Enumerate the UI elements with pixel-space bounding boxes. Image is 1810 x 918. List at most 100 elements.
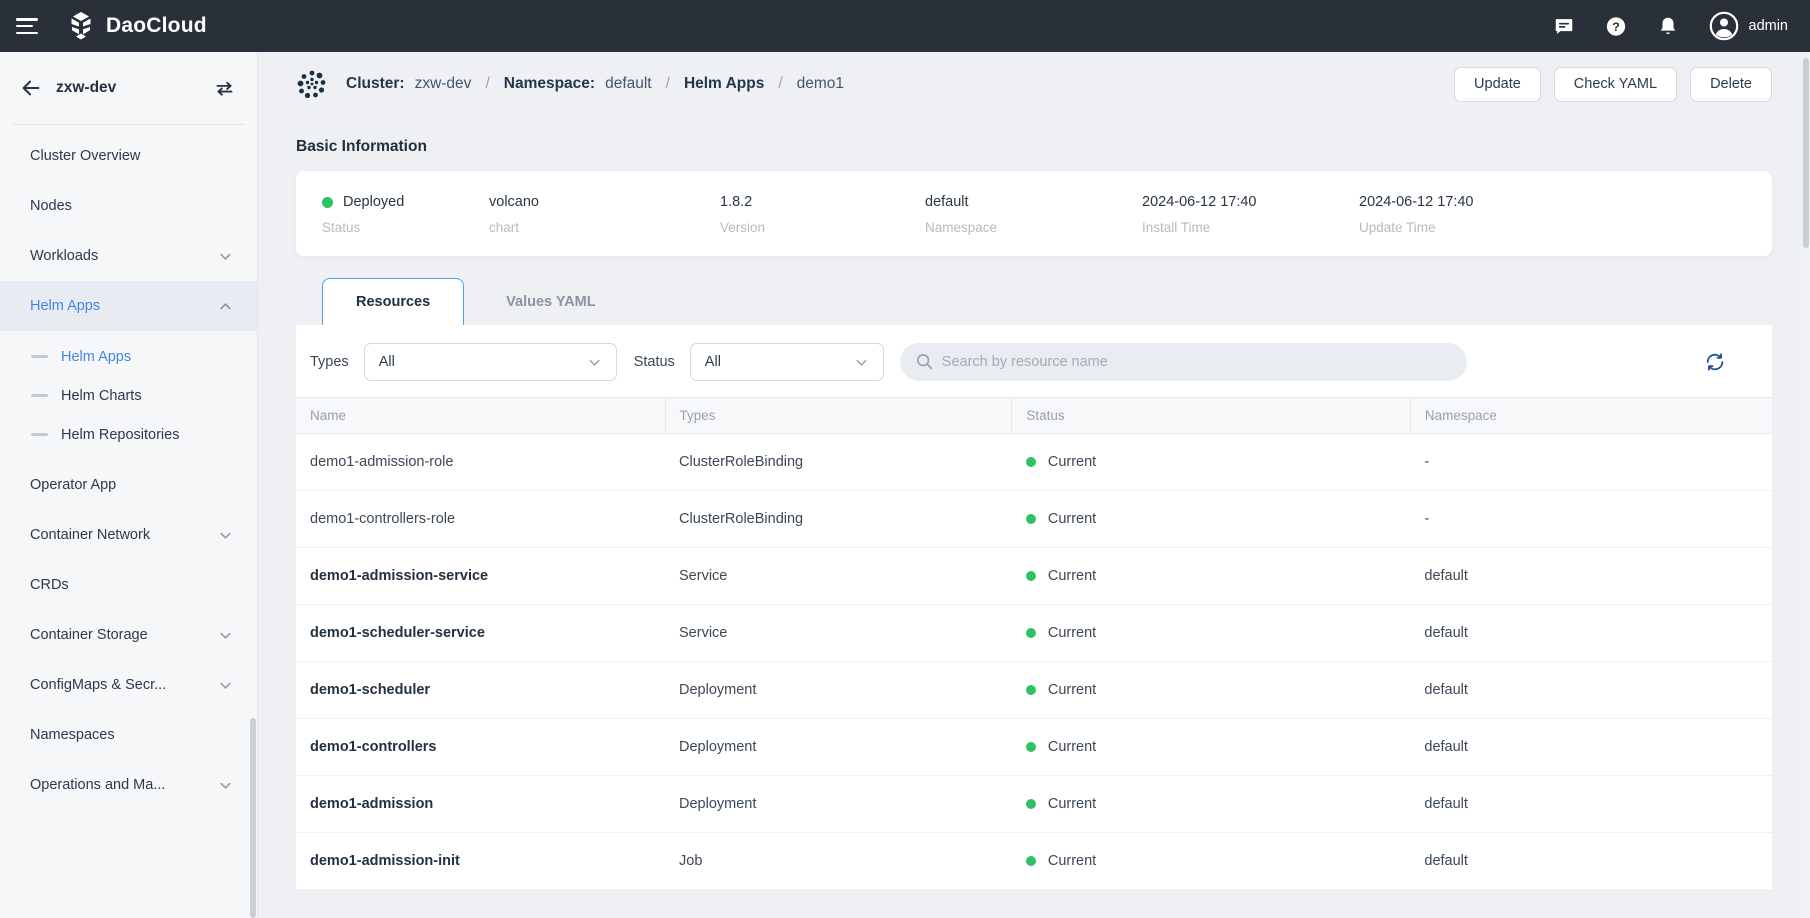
breadcrumb-row: Cluster: zxw-dev / Namespace: default / … [296, 52, 1772, 116]
info-field-status: Deployed Status [322, 194, 489, 235]
brand-name: DaoCloud [106, 14, 207, 38]
cluster-name: zxw-dev [56, 79, 116, 97]
breadcrumb-cluster-label: Cluster: [346, 75, 405, 93]
chevron-up-icon [218, 299, 233, 314]
chevron-down-icon [218, 628, 233, 643]
version-label: Version [720, 220, 925, 235]
sidebar-item-cluster-overview[interactable]: Cluster Overview [0, 131, 257, 181]
sidebar-item-operator-app[interactable]: Operator App [0, 460, 257, 510]
table-row[interactable]: demo1-controllers Deployment Current def… [296, 719, 1772, 776]
back-arrow-icon[interactable] [20, 77, 42, 99]
main-content: Cluster: zxw-dev / Namespace: default / … [258, 52, 1810, 918]
sidebar-header: zxw-dev [0, 52, 257, 124]
sidebar-item-configmaps-secrets[interactable]: ConfigMaps & Secr... [0, 660, 257, 710]
chevron-down-icon [218, 778, 233, 793]
col-header-namespace: Namespace [1410, 398, 1772, 434]
status-dot [1026, 685, 1036, 695]
dash-icon [31, 355, 48, 358]
col-header-status: Status [1012, 398, 1411, 434]
update-time-value: 2024-06-12 17:40 [1359, 194, 1746, 210]
topbar-actions: ? admin [1553, 11, 1789, 41]
sidebar-item-operations[interactable]: Operations and Ma... [0, 760, 257, 810]
notifications-bell-icon[interactable] [1657, 15, 1679, 37]
chat-icon[interactable] [1553, 15, 1575, 37]
sidebar-item-container-storage[interactable]: Container Storage [0, 610, 257, 660]
status-dot [1026, 628, 1036, 638]
page-scrollbar-thumb[interactable] [1803, 58, 1809, 248]
types-filter-label: Types [310, 354, 349, 370]
daocloud-logo-icon [66, 11, 96, 41]
breadcrumb-section[interactable]: Helm Apps [684, 75, 764, 93]
sidebar-item-workloads[interactable]: Workloads [0, 231, 257, 281]
dash-icon [31, 394, 48, 397]
types-select[interactable]: All [364, 343, 617, 381]
sidebar-item-container-network[interactable]: Container Network [0, 510, 257, 560]
menu-icon[interactable] [16, 18, 38, 34]
search-icon [915, 352, 934, 376]
chart-label: chart [489, 220, 720, 235]
info-field-version: 1.8.2 Version [720, 194, 925, 235]
chart-value: volcano [489, 194, 720, 210]
sidebar-item-nodes[interactable]: Nodes [0, 181, 257, 231]
breadcrumb-namespace-label: Namespace: [504, 75, 595, 93]
search-box [900, 343, 1467, 381]
dash-icon [31, 433, 48, 436]
sidebar-item-crds[interactable]: CRDs [0, 560, 257, 610]
sidebar-item-helm-apps[interactable]: Helm Apps [0, 281, 257, 331]
sidebar-item-namespaces[interactable]: Namespaces [0, 710, 257, 760]
resources-table: Name Types Status Namespace demo1-admiss… [296, 397, 1772, 890]
delete-button[interactable]: Delete [1690, 67, 1772, 102]
chevron-down-icon [218, 528, 233, 543]
avatar-icon [1709, 11, 1739, 41]
chevron-down-icon [854, 355, 869, 370]
table-row[interactable]: demo1-scheduler-service Service Current … [296, 605, 1772, 662]
info-field-namespace: default Namespace [925, 194, 1142, 235]
page-actions: Update Check YAML Delete [1454, 67, 1772, 102]
install-time-label: Install Time [1142, 220, 1359, 235]
sidebar-subitem-helm-repositories[interactable]: Helm Repositories [0, 415, 257, 454]
resources-panel: Types All Status All [296, 325, 1772, 890]
switch-cluster-icon[interactable] [213, 77, 235, 99]
breadcrumb-namespace-value[interactable]: default [605, 75, 652, 93]
username: admin [1749, 18, 1789, 34]
update-button[interactable]: Update [1454, 67, 1541, 102]
page-scrollbar[interactable] [1802, 52, 1810, 918]
table-row[interactable]: demo1-admission-service Service Current … [296, 548, 1772, 605]
table-row[interactable]: demo1-controllers-role ClusterRoleBindin… [296, 491, 1772, 548]
info-field-update-time: 2024-06-12 17:40 Update Time [1359, 194, 1746, 235]
status-select[interactable]: All [690, 343, 884, 381]
tab-values-yaml[interactable]: Values YAML [464, 278, 637, 325]
sidebar-subitem-helm-apps[interactable]: Helm Apps [0, 337, 257, 376]
app-root: DaoCloud ? admin [0, 0, 1810, 918]
update-time-label: Update Time [1359, 220, 1746, 235]
svg-text:?: ? [1612, 20, 1620, 34]
status-dot [1026, 457, 1036, 467]
status-dot [1026, 856, 1036, 866]
chevron-down-icon [218, 249, 233, 264]
breadcrumb: Cluster: zxw-dev / Namespace: default / … [296, 68, 844, 100]
chevron-down-icon [587, 355, 602, 370]
table-row[interactable]: demo1-admission-init Job Current default [296, 833, 1772, 890]
user-menu[interactable]: admin [1709, 11, 1789, 41]
sidebar-scrollbar[interactable] [250, 718, 256, 918]
sidebar-subitem-helm-charts[interactable]: Helm Charts [0, 376, 257, 415]
help-icon[interactable]: ? [1605, 15, 1627, 37]
namespace-label: Namespace [925, 220, 1142, 235]
search-input[interactable] [900, 343, 1467, 381]
sidebar-nav: Cluster Overview Nodes Workloads Helm Ap… [0, 125, 257, 810]
brand[interactable]: DaoCloud [66, 11, 207, 41]
status-filter-label: Status [634, 354, 675, 370]
breadcrumb-cluster-value[interactable]: zxw-dev [415, 75, 472, 93]
check-yaml-button[interactable]: Check YAML [1554, 67, 1677, 102]
table-row[interactable]: demo1-admission Deployment Current defau… [296, 776, 1772, 833]
top-header: DaoCloud ? admin [0, 0, 1810, 52]
status-value: Deployed [343, 194, 404, 210]
table-row[interactable]: demo1-scheduler Deployment Current defau… [296, 662, 1772, 719]
tab-resources[interactable]: Resources [322, 278, 464, 325]
status-label: Status [322, 220, 489, 235]
refresh-icon[interactable] [1704, 351, 1726, 373]
table-row[interactable]: demo1-admission-role ClusterRoleBinding … [296, 434, 1772, 491]
chevron-down-icon [218, 678, 233, 693]
breadcrumb-app-name: demo1 [797, 75, 844, 93]
cluster-dots-icon [296, 68, 328, 100]
